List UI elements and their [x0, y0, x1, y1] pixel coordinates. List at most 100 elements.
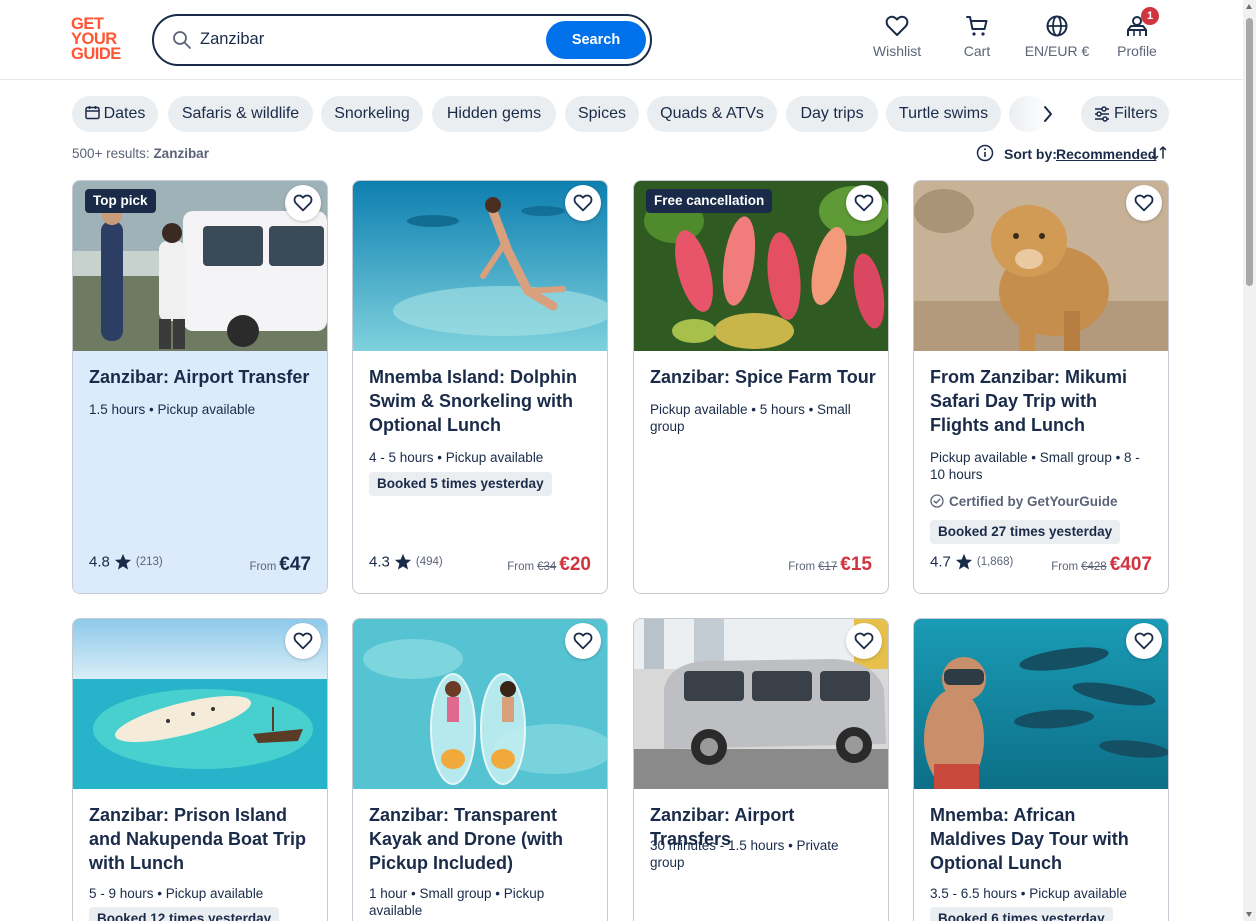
original-price: €428: [1081, 561, 1107, 573]
cart-button[interactable]: Cart: [937, 15, 1017, 59]
chip-quads-atvs[interactable]: Quads & ATVs: [647, 96, 777, 132]
sort-label: Sort by:: [1004, 146, 1057, 162]
card-price: From €34 €20: [507, 554, 591, 576]
search-button[interactable]: Search: [546, 21, 646, 59]
heart-icon: [573, 632, 593, 650]
activity-card[interactable]: Mnemba: African Maldives Day Tour with O…: [913, 618, 1169, 921]
activity-card[interactable]: Top pick Zanzibar: Airport Transfer 1.5 …: [72, 180, 328, 594]
card-title[interactable]: Zanzibar: Transparent Kayak and Drone (w…: [369, 803, 595, 875]
activity-card[interactable]: Free cancellation Zanzibar: Spice Farm T…: [633, 180, 889, 594]
filters-button[interactable]: Filters: [1081, 96, 1169, 132]
chip-hidden-gems[interactable]: Hidden gems: [432, 96, 556, 132]
wishlist-button[interactable]: Wishlist: [857, 15, 937, 59]
activity-card[interactable]: Zanzibar: Airport Transfers 30 minutes -…: [633, 618, 889, 921]
card-title[interactable]: Mnemba Island: Dolphin Swim & Snorkeling…: [369, 365, 595, 437]
price-from-label: From: [1051, 561, 1079, 573]
card-title[interactable]: Zanzibar: Prison Island and Nakupenda Bo…: [89, 803, 315, 875]
star-icon: [955, 553, 972, 570]
cart-label: Cart: [963, 43, 991, 59]
globe-icon: [1046, 15, 1068, 37]
chip-day-trips[interactable]: Day trips: [786, 96, 878, 132]
sort-control[interactable]: Sort by: Recommended: [976, 144, 1169, 164]
card-meta: 30 minutes - 1.5 hours • Private group: [650, 838, 839, 870]
rating-value: 4.7: [930, 553, 951, 571]
price-amount: €407: [1109, 554, 1152, 575]
card-body: Mnemba: African Maldives Day Tour with O…: [914, 789, 1168, 921]
scroll-down-arrow[interactable]: [1246, 912, 1252, 917]
wishlist-heart-button[interactable]: [565, 185, 601, 221]
original-price: €34: [537, 561, 557, 573]
card-title[interactable]: From Zanzibar: Mikumi Safari Day Trip wi…: [930, 365, 1156, 437]
wishlist-heart-button[interactable]: [846, 623, 882, 659]
card-body: Zanzibar: Prison Island and Nakupenda Bo…: [73, 789, 327, 921]
search-bar[interactable]: Zanzibar Search: [152, 14, 652, 66]
heart-icon: [293, 632, 313, 650]
notification-badge: 1: [1141, 7, 1159, 25]
wishlist-heart-button[interactable]: [565, 623, 601, 659]
search-input[interactable]: Zanzibar: [200, 30, 264, 49]
language-currency-button[interactable]: EN/EUR €: [1017, 15, 1097, 59]
page-scrollbar[interactable]: [1243, 0, 1256, 921]
heart-icon: [293, 194, 313, 212]
card-meta: Pickup available • Small group • 8 - 10 …: [930, 450, 1140, 482]
wishlist-heart-button[interactable]: [285, 185, 321, 221]
card-title[interactable]: Zanzibar: Spice Farm Tour: [650, 365, 876, 389]
certified-check-icon: [930, 494, 944, 508]
heart-icon: [885, 15, 909, 36]
language-label: EN/EUR €: [1024, 43, 1090, 59]
wishlist-heart-button[interactable]: [285, 623, 321, 659]
card-body: Zanzibar: Transparent Kayak and Drone (w…: [353, 789, 607, 921]
card-body: Zanzibar: Airport Transfers 30 minutes -…: [634, 789, 888, 921]
activity-card[interactable]: From Zanzibar: Mikumi Safari Day Trip wi…: [913, 180, 1169, 594]
price-from-label: From: [249, 561, 277, 573]
wishlist-heart-button[interactable]: [1126, 185, 1162, 221]
free-cancellation-badge: Free cancellation: [646, 189, 773, 213]
review-count: (213): [135, 556, 163, 568]
profile-label: Profile: [1117, 43, 1157, 59]
review-count: (1,868): [976, 556, 1014, 568]
chip-snorkeling[interactable]: Snorkeling: [321, 96, 423, 132]
price-amount: €15: [840, 554, 872, 575]
scrollbar-thumb[interactable]: [1246, 18, 1253, 286]
logo-line: GUIDE: [71, 45, 121, 63]
price-amount: €20: [559, 554, 591, 575]
activity-card[interactable]: Mnemba Island: Dolphin Swim & Snorkeling…: [352, 180, 608, 594]
card-title[interactable]: Zanzibar: Airport Transfer: [89, 365, 315, 389]
card-price: From €17 €15: [788, 554, 872, 576]
wishlist-heart-button[interactable]: [1126, 623, 1162, 659]
results-query: Zanzibar: [153, 146, 209, 161]
card-price: From €428 €407: [1051, 554, 1152, 576]
chip-turtle-swims[interactable]: Turtle swims: [886, 96, 1001, 132]
price-amount: €47: [279, 554, 311, 575]
card-title[interactable]: Mnemba: African Maldives Day Tour with O…: [930, 803, 1156, 875]
card-meta: 1.5 hours • Pickup available: [89, 402, 256, 417]
sliders-icon: [1095, 106, 1109, 122]
card-meta: 4 - 5 hours • Pickup available: [369, 450, 544, 465]
wishlist-heart-button[interactable]: [846, 185, 882, 221]
heart-icon: [854, 632, 874, 650]
review-count: (494): [415, 556, 443, 568]
chip-safaris-wildlife[interactable]: Safaris & wildlife: [168, 96, 313, 132]
booked-badge: Booked 12 times yesterday: [89, 907, 280, 921]
getyourguide-logo[interactable]: GET YOUR GUIDE: [71, 16, 129, 63]
sort-value[interactable]: Recommended: [1056, 146, 1156, 162]
scroll-up-arrow[interactable]: [1246, 4, 1252, 9]
chip-spices[interactable]: Spices: [565, 96, 639, 132]
certified-text: Certified by GetYourGuide: [949, 494, 1118, 509]
search-icon: [172, 30, 192, 50]
profile-button[interactable]: 1 Profile: [1097, 7, 1177, 59]
card-meta: 1 hour • Small group • Pickup available: [369, 886, 545, 918]
chips-next-button[interactable]: [1030, 96, 1066, 132]
card-price: From €47: [249, 554, 311, 576]
activity-card[interactable]: Zanzibar: Prison Island and Nakupenda Bo…: [72, 618, 328, 921]
info-icon[interactable]: [976, 144, 994, 162]
heart-icon: [1134, 194, 1154, 212]
chip-dates[interactable]: Dates: [72, 96, 158, 132]
results-count: 500+ results: Zanzibar: [72, 146, 209, 161]
card-rating: 4.7 (1,868): [930, 553, 1013, 575]
original-price: €17: [818, 561, 838, 573]
top-pick-badge: Top pick: [85, 189, 156, 213]
card-meta: 5 - 9 hours • Pickup available: [89, 886, 264, 901]
activity-card[interactable]: Zanzibar: Transparent Kayak and Drone (w…: [352, 618, 608, 921]
rating-value: 4.8: [89, 553, 110, 571]
